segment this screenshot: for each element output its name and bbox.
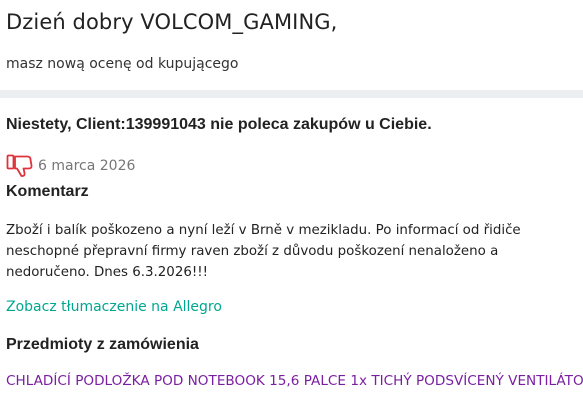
order-item-link[interactable]: CHLADÍCÍ PODLOŽKA POD NOTEBOOK 15,6 PALC… [6,373,583,389]
review-section: Niestety, Client:139991043 nie poleca za… [0,98,583,410]
review-date: 6 marca 2026 [38,158,136,174]
comment-text: Zboží i balík poškozeno a nyní leží v Br… [6,223,521,280]
greeting-subtitle: masz nową ocenę od kupującego [6,56,239,72]
translate-link[interactable]: Zobacz tłumaczenie na Allegro [6,299,222,315]
greeting-heading: Dzień dobry VOLCOM_GAMING, [6,10,338,34]
section-divider [0,90,583,98]
order-items-title: Przedmioty z zamówienia [6,336,199,353]
email-header: Dzień dobry VOLCOM_GAMING, masz nową oce… [0,0,583,92]
comment-title: Komentarz [6,183,89,200]
rating-row: 6 marca 2026 [6,154,135,178]
review-headline: Niestety, Client:139991043 nie poleca za… [6,116,432,133]
thumbs-down-icon [6,154,34,178]
